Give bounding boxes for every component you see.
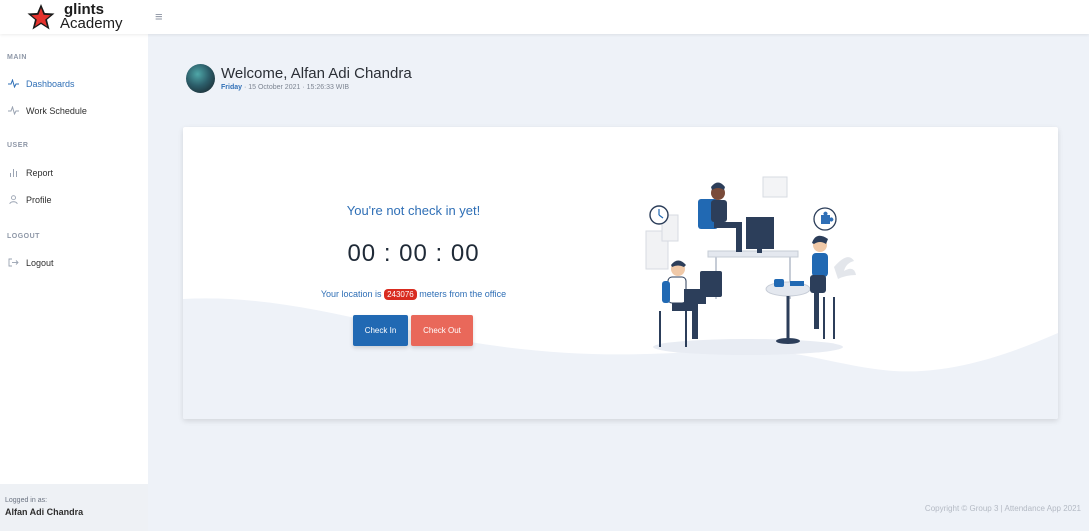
logged-in-user: Alfan Adi Chandra xyxy=(5,507,84,517)
distance-badge: 243076 xyxy=(384,289,417,300)
location-suffix: meters from the office xyxy=(416,289,507,299)
activity-icon xyxy=(7,104,19,117)
office-illustration xyxy=(645,176,856,355)
footer-copyright: Copyright © Group 3 | Attendance App 202… xyxy=(924,504,1081,513)
current-datetime: Friday · 15 October 2021 · 15:26:33 WIB xyxy=(221,84,349,91)
logout-icon xyxy=(7,258,19,269)
sidebar-item-report[interactable]: Report xyxy=(7,163,142,183)
check-in-button[interactable]: Check In xyxy=(353,315,408,346)
current-day: Friday xyxy=(221,84,243,91)
brand-line-2: Academy xyxy=(60,15,123,32)
sidebar-section-user: USER xyxy=(7,142,29,149)
location-prefix: Your location is xyxy=(320,289,385,299)
sidebar-item-label: Profile xyxy=(26,195,52,205)
sidebar-section-main: MAIN xyxy=(7,54,27,61)
brand-logo[interactable]: glints Academy xyxy=(26,0,123,34)
activity-icon xyxy=(7,77,19,90)
top-bar: glints Academy ≡ xyxy=(0,0,1089,34)
background-wave xyxy=(183,298,1058,419)
user-icon xyxy=(7,194,19,206)
star-logo-icon xyxy=(27,4,55,30)
current-date-time: · 15 October 2021 · 15:26:33 WIB xyxy=(242,84,350,91)
hamburger-icon[interactable]: ≡ xyxy=(155,9,163,24)
sidebar-item-label: Work Schedule xyxy=(26,106,87,116)
sidebar-item-profile[interactable]: Profile xyxy=(7,190,142,210)
bar-chart-icon xyxy=(7,168,19,179)
logged-in-panel: Logged in as: Alfan Adi Chandra xyxy=(0,484,148,531)
check-in-status: You're not check in yet! xyxy=(346,203,481,218)
attendance-card: You're not check in yet! 00 : 00 : 00 Yo… xyxy=(183,127,1058,419)
sidebar-item-work-schedule[interactable]: Work Schedule xyxy=(7,101,142,121)
sidebar-item-dashboards[interactable]: Dashboards xyxy=(7,74,142,94)
sidebar-item-label: Report xyxy=(26,168,54,178)
avatar[interactable] xyxy=(186,64,215,93)
check-out-button[interactable]: Check Out xyxy=(411,315,473,346)
location-info: Your location is 243076 meters from the … xyxy=(183,289,644,300)
sidebar-item-logout[interactable]: Logout xyxy=(7,253,142,273)
work-timer: 00 : 00 : 00 xyxy=(347,240,480,267)
page-title: Welcome, Alfan Adi Chandra xyxy=(221,65,412,82)
sidebar: MAIN Dashboards Work Schedule USER Repor… xyxy=(0,34,148,531)
logged-in-label: Logged in as: xyxy=(5,497,48,504)
sidebar-section-logout: LOGOUT xyxy=(7,233,40,240)
sidebar-item-label: Dashboards xyxy=(26,79,75,89)
brand-name: glints Academy xyxy=(60,2,123,32)
sidebar-item-label: Logout xyxy=(26,258,54,268)
